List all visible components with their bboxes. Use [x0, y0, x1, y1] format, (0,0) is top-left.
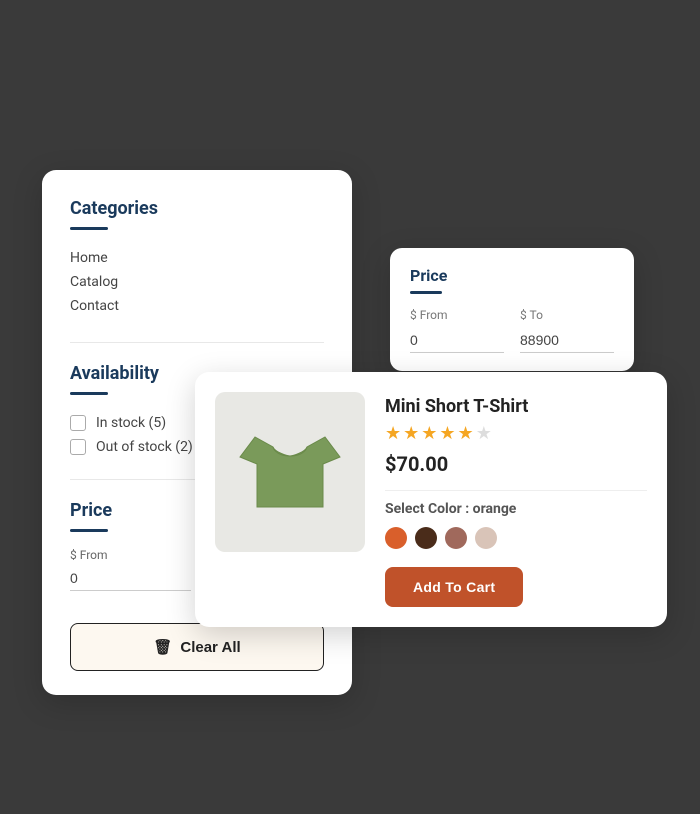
out-of-stock-label: Out of stock (2) — [96, 439, 193, 455]
nav-catalog[interactable]: Catalog — [70, 270, 324, 294]
price-card-from-input[interactable] — [410, 328, 504, 353]
availability-underline — [70, 392, 108, 395]
product-price: $70.00 — [385, 452, 647, 476]
price-card-to-col: $ To — [520, 308, 614, 353]
nav-contact[interactable]: Contact — [70, 294, 324, 318]
color-swatch-brown-dark[interactable] — [415, 527, 437, 549]
price-card-to-label: $ To — [520, 308, 614, 322]
price-from-input[interactable] — [70, 566, 191, 591]
price-card-title: Price — [410, 266, 614, 285]
color-swatch-brown-light[interactable] — [445, 527, 467, 549]
price-card-to-input[interactable] — [520, 328, 614, 353]
out-of-stock-checkbox[interactable] — [70, 439, 86, 455]
in-stock-checkbox[interactable] — [70, 415, 86, 431]
color-label: Select Color : orange — [385, 501, 647, 517]
price-card-from-col: $ From — [410, 308, 504, 353]
categories-title: Categories — [70, 198, 324, 219]
color-swatch-beige[interactable] — [475, 527, 497, 549]
product-info: Mini Short T-Shirt ★★★★★★ $70.00 Select … — [385, 392, 647, 607]
color-label-text: Select Color : — [385, 501, 469, 517]
product-card: Mini Short T-Shirt ★★★★★★ $70.00 Select … — [195, 372, 667, 627]
price-card-from-label: $ From — [410, 308, 504, 322]
clear-all-label: Clear All — [180, 639, 240, 656]
price-card-underline — [410, 291, 442, 294]
product-divider — [385, 490, 647, 491]
categories-underline — [70, 227, 108, 230]
product-image-wrap — [215, 392, 365, 552]
price-from-label: $ From — [70, 548, 191, 562]
product-name: Mini Short T-Shirt — [385, 396, 647, 417]
price-from-field: $ From — [70, 548, 191, 591]
color-swatches — [385, 527, 647, 549]
clear-all-button[interactable]: 🗑 Clear All — [70, 623, 324, 671]
divider-1 — [70, 342, 324, 343]
price-card-inputs: $ From $ To — [410, 308, 614, 353]
product-stars: ★★★★★★ — [385, 423, 647, 444]
trash-icon: 🗑 — [153, 638, 172, 656]
in-stock-label: In stock (5) — [96, 415, 166, 431]
price-card: Price $ From $ To — [390, 248, 634, 371]
selected-color-text: orange — [473, 501, 517, 517]
nav-links: Home Catalog Contact — [70, 246, 324, 318]
price-underline — [70, 529, 108, 532]
nav-home[interactable]: Home — [70, 246, 324, 270]
color-swatch-orange[interactable] — [385, 527, 407, 549]
product-image — [235, 417, 345, 527]
add-to-cart-button[interactable]: Add To Cart — [385, 567, 523, 607]
